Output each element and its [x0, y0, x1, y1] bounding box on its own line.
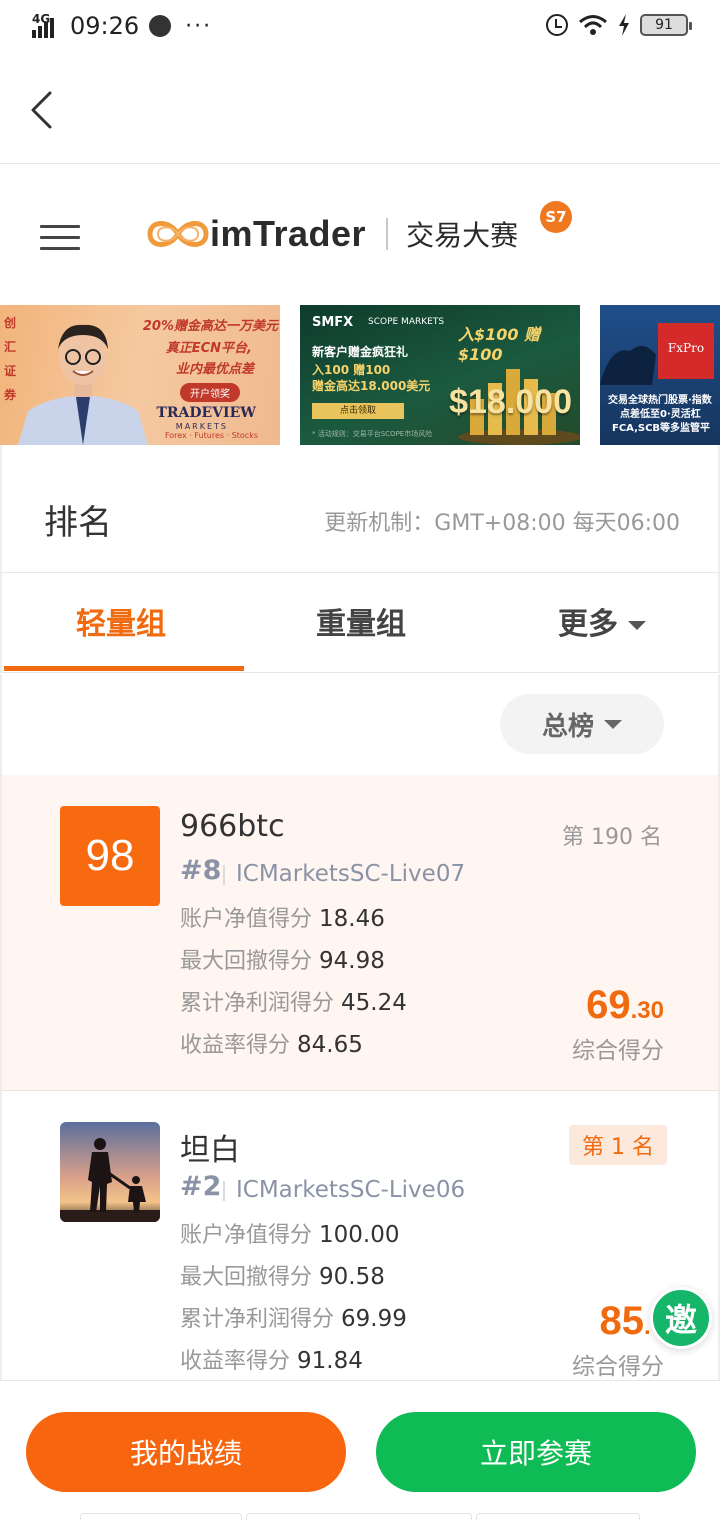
brand-divider: [386, 218, 389, 250]
wifi-icon: [579, 15, 607, 35]
banner-headline: 20%赠金高达一万美元: [142, 319, 278, 334]
banner-line: 入100 赠100: [312, 363, 391, 377]
brand-header: imTrader 交易大赛 S7: [0, 165, 720, 305]
brand-name: imTrader: [210, 213, 367, 254]
banner-smfx[interactable]: SMFX SCOPE MARKETS 入$100 赠$100 新客户赠金疯狂礼 …: [300, 305, 580, 445]
my-record-button[interactable]: 我的战绩: [26, 1412, 346, 1492]
divider: [223, 865, 225, 885]
tab-bar-edge: [80, 1513, 242, 1520]
metric-equity-score: 账户净值得分 100.00: [180, 1222, 400, 1248]
chevron-down-icon: [628, 621, 646, 630]
ad-banner-carousel[interactable]: 创 汇 证 券 20%赠金高达一万美元 真正ECN平台, 业内最优点差 开户领奖…: [0, 305, 720, 445]
metric-drawdown-score: 最大回撤得分 90.58: [180, 1264, 385, 1290]
banner-partner: SCOPE MARKETS: [368, 317, 445, 327]
metric-equity-score: 账户净值得分 18.46: [180, 906, 385, 932]
place-badge: 第 1 名: [569, 1125, 667, 1165]
trader-name: 坦白: [180, 1133, 240, 1168]
app-notification-icon: [149, 15, 172, 37]
banner-line: 业内最优点差: [175, 362, 254, 377]
banner-tradeview[interactable]: 创 汇 证 券 20%赠金高达一万美元 真正ECN平台, 业内最优点差 开户领奖…: [0, 305, 280, 445]
ranking-title: 排名: [44, 503, 112, 543]
banner-line: 新客户赠金疯狂礼: [312, 345, 409, 359]
battery-indicator: 91: [640, 14, 692, 36]
hamburger-menu-icon[interactable]: [40, 225, 80, 253]
banner-brand-sub: MARKETS: [175, 422, 228, 431]
account-number: #8: [180, 855, 222, 886]
chevron-down-icon: [604, 719, 622, 729]
banner-side-text: 创 汇 证 券: [3, 316, 16, 402]
tab-heavy-group[interactable]: 重量组: [316, 599, 406, 643]
avatar: [60, 1122, 160, 1222]
broker-server: ICMarketsSC-Live07: [236, 861, 466, 887]
update-schedule-note: 更新机制：GMT+08:00 每天06:00: [324, 511, 680, 536]
metric-return-score: 收益率得分 91.84: [180, 1348, 363, 1374]
banner-fine-print: * 活动规则：交易平台SCOPE市场风险: [312, 430, 433, 438]
broker-server: ICMarketsSC-Live06: [236, 1177, 466, 1203]
tab-bar-edge: [476, 1513, 640, 1520]
metric-net-profit-score: 累计净利润得分 45.24: [180, 990, 407, 1016]
metric-drawdown-score: 最大回撤得分 94.98: [180, 948, 385, 974]
banner-cta-button[interactable]: 点击领取: [312, 403, 404, 419]
banner-line: 真正ECN平台,: [165, 341, 252, 356]
back-arrow-icon[interactable]: [28, 90, 58, 130]
tab-light-group[interactable]: 轻量组: [76, 599, 166, 643]
banner-line: 点差低至0·灵活杠: [620, 409, 701, 420]
tab-more-label: 更多: [558, 607, 618, 642]
divider: [223, 1181, 225, 1201]
my-ranking-card[interactable]: 98 966btc #8 ICMarketsSC-Live07 账户净值得分 1…: [0, 775, 720, 1091]
leaderboard-filter-dropdown[interactable]: 总榜: [500, 694, 664, 754]
banner-cta-button[interactable]: 开户领奖: [180, 383, 240, 402]
tab-more[interactable]: 更多: [558, 599, 646, 643]
banner-brand: TRADEVIEW: [156, 405, 256, 421]
bull-image: [600, 345, 656, 385]
score-box: 98: [60, 806, 160, 906]
banner-line: 赠金高达18.000美元: [312, 379, 431, 393]
infinity-logo-icon: [147, 221, 209, 247]
join-now-button[interactable]: 立即参赛: [376, 1412, 696, 1492]
ranking-header: 排名 更新机制：GMT+08:00 每天06:00: [0, 445, 720, 573]
filter-label: 总榜: [541, 711, 594, 742]
alarm-icon: [546, 14, 568, 36]
tab-bar-edge: [246, 1513, 472, 1520]
season-badge: S7: [540, 201, 572, 233]
trader-name: 966btc: [180, 809, 285, 844]
place-label: 第 190 名: [562, 825, 662, 850]
active-tab-indicator: [4, 666, 244, 671]
banner-person-image: [18, 324, 148, 445]
invite-button[interactable]: 邀: [650, 1287, 712, 1349]
imtrader-logo: imTrader 交易大赛: [146, 213, 518, 255]
total-score-label: 综合得分: [572, 1038, 664, 1064]
metric-return-score: 收益率得分 84.65: [180, 1032, 363, 1058]
total-score: 69.30: [586, 983, 664, 1027]
total-score-label: 综合得分: [572, 1354, 664, 1380]
cellular-signal-icon: 4G: [30, 12, 60, 40]
banner-brand: SMFX: [312, 315, 354, 330]
bottom-action-bar: 我的战绩 立即参赛: [0, 1381, 720, 1520]
status-bar: 4G 09:26 ··· 91: [0, 0, 720, 56]
banner-amount: $18.000: [449, 383, 572, 421]
filter-row: 总榜: [0, 674, 720, 776]
more-notifications-icon: ···: [185, 13, 213, 39]
charging-icon: [619, 14, 629, 36]
metric-net-profit-score: 累计净利润得分 69.99: [180, 1306, 407, 1332]
top-nav-bar: [0, 56, 720, 164]
status-time: 09:26: [70, 12, 140, 40]
banner-brand-tag: Forex · Futures · Stocks: [164, 431, 258, 440]
banner-line: 交易全球热门股票·指数: [608, 395, 712, 406]
group-tabs: 轻量组 重量组 更多: [0, 573, 720, 673]
banner-line: FCA,SCB等多监管平: [612, 423, 711, 434]
brand-subtitle: 交易大赛: [406, 219, 519, 252]
ranking-card[interactable]: 坦白 #2 ICMarketsSC-Live06 账户净值得分 100.00 最…: [0, 1091, 720, 1381]
fxpro-logo: FxPro: [658, 323, 714, 379]
account-number: #2: [180, 1171, 222, 1202]
banner-fxpro[interactable]: FxPro 交易全球热门股票·指数 点差低至0·灵活杠 FCA,SCB等多监管平: [600, 305, 720, 445]
